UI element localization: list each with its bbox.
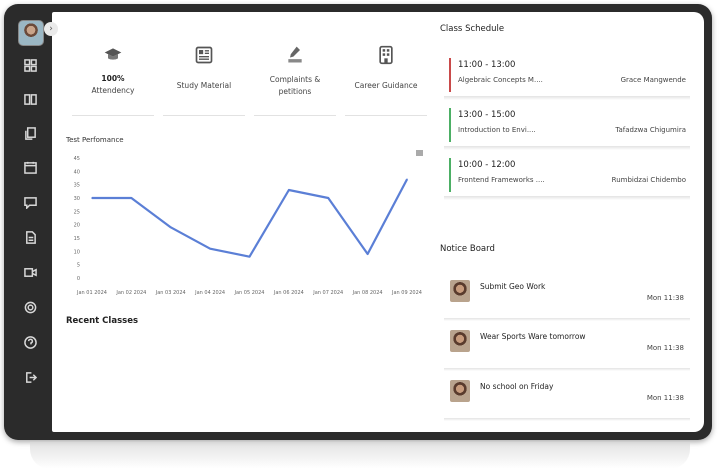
y-tick-label: 10 bbox=[74, 249, 80, 255]
notice-message: Submit Geo Work bbox=[480, 282, 546, 291]
schedule-teacher: Rumbidzai Chidembo bbox=[611, 176, 686, 184]
notice-time: Mon 11:38 bbox=[646, 294, 684, 302]
logout-icon[interactable] bbox=[21, 368, 39, 386]
x-tick-label: Jan 04 2024 bbox=[194, 290, 225, 296]
chat-icon[interactable] bbox=[21, 193, 39, 211]
x-tick-label: Jan 01 2024 bbox=[76, 290, 107, 296]
y-tick-label: 40 bbox=[74, 169, 80, 175]
schedule-color-bar bbox=[449, 158, 451, 192]
data-point[interactable] bbox=[406, 178, 408, 181]
data-point[interactable] bbox=[209, 247, 211, 250]
attendency-value: 100% bbox=[101, 74, 125, 83]
schedule-course: Introduction to Envi.... bbox=[458, 126, 536, 134]
data-point[interactable] bbox=[327, 197, 330, 199]
notice-item[interactable]: No school on Friday Mon 11:38 bbox=[444, 374, 690, 421]
schedule-course: Algebraic Concepts M.... bbox=[458, 76, 543, 84]
video-icon[interactable] bbox=[21, 263, 39, 281]
notice-time: Mon 11:38 bbox=[646, 394, 684, 402]
y-tick-label: 35 bbox=[74, 183, 80, 189]
data-point[interactable] bbox=[91, 197, 93, 199]
help-icon[interactable] bbox=[21, 333, 39, 351]
data-point[interactable] bbox=[288, 189, 290, 191]
y-tick-label: 45 bbox=[74, 156, 80, 162]
test-performance-chart: 0 5 10 15 20 25 30 35 40 45 Jan 01 2024 Jan 02 2024… bbox=[74, 156, 422, 296]
data-point[interactable] bbox=[130, 197, 133, 199]
x-tick-label: Jan 08 2024 bbox=[352, 290, 383, 296]
tile-study-material[interactable]: Study Material bbox=[163, 40, 245, 116]
y-tick-label: 15 bbox=[74, 236, 80, 242]
grid-icon[interactable] bbox=[21, 56, 39, 74]
tile-complaints[interactable]: Complaints & petitions bbox=[254, 40, 336, 116]
x-tick-label: Jan 06 2024 bbox=[273, 290, 304, 296]
y-tick-label: 30 bbox=[74, 196, 80, 202]
x-tick-label: Jan 02 2024 bbox=[115, 290, 146, 296]
building-icon bbox=[345, 40, 427, 70]
schedule-course: Frontend Frameworks .... bbox=[458, 176, 545, 184]
notice-message: No school on Friday bbox=[480, 382, 554, 391]
schedule-teacher: Grace Mangwende bbox=[620, 76, 686, 84]
graduation-cap-icon bbox=[72, 40, 154, 70]
sidebar-toggle-button[interactable]: › bbox=[44, 22, 58, 36]
x-tick-label: Jan 03 2024 bbox=[155, 290, 186, 296]
book-icon[interactable] bbox=[21, 90, 39, 108]
tile-label: Attendency bbox=[91, 86, 135, 95]
series-line bbox=[92, 178, 408, 258]
writing-hand-icon bbox=[254, 40, 336, 70]
data-point[interactable] bbox=[366, 253, 369, 255]
schedule-time: 10:00 - 12:00 bbox=[458, 160, 516, 170]
chart-title: Test Perfomance bbox=[66, 136, 124, 144]
notice-board-title: Notice Board bbox=[440, 244, 495, 254]
notice-item[interactable]: Submit Geo Work Mon 11:38 bbox=[444, 274, 690, 321]
copy-icon[interactable] bbox=[21, 124, 39, 142]
y-tick-label: 5 bbox=[77, 263, 80, 269]
document-icon[interactable] bbox=[21, 228, 39, 246]
schedule-item[interactable]: 13:00 - 15:00 Introduction to Envi.... T… bbox=[444, 106, 690, 150]
notice-message: Wear Sports Ware tomorrow bbox=[480, 332, 586, 341]
notice-avatar bbox=[450, 280, 470, 302]
calendar-icon[interactable] bbox=[21, 158, 39, 176]
schedule-color-bar bbox=[449, 58, 451, 92]
recent-classes-title: Recent Classes bbox=[66, 316, 139, 326]
x-tick-label: Jan 09 2024 bbox=[391, 290, 422, 296]
tile-label: Complaints & petitions bbox=[269, 75, 321, 96]
tile-attendency[interactable]: 100% Attendency bbox=[72, 40, 154, 116]
x-tick-label: Jan 05 2024 bbox=[234, 290, 265, 296]
newspaper-icon bbox=[163, 40, 245, 70]
schedule-time: 13:00 - 15:00 bbox=[458, 110, 516, 120]
y-tick-label: 25 bbox=[74, 209, 80, 215]
schedule-teacher: Tafadzwa Chigumira bbox=[615, 126, 686, 134]
class-schedule-title: Class Schedule bbox=[440, 24, 505, 34]
device-reflection bbox=[30, 443, 690, 469]
schedule-color-bar bbox=[449, 108, 451, 142]
user-avatar[interactable] bbox=[18, 20, 44, 46]
notice-item[interactable]: Wear Sports Ware tomorrow Mon 11:38 bbox=[444, 324, 690, 371]
y-tick-label: 20 bbox=[74, 223, 80, 229]
notice-time: Mon 11:38 bbox=[646, 344, 684, 352]
settings-icon[interactable] bbox=[21, 298, 39, 316]
sidebar bbox=[10, 10, 50, 432]
data-point[interactable] bbox=[248, 255, 251, 258]
schedule-item[interactable]: 11:00 - 13:00 Algebraic Concepts M.... G… bbox=[444, 56, 690, 100]
tile-label: Career Guidance bbox=[354, 81, 418, 90]
data-point[interactable] bbox=[169, 226, 172, 229]
schedule-time: 11:00 - 13:00 bbox=[458, 60, 516, 70]
notice-avatar bbox=[450, 330, 470, 352]
main-content: 100% Attendency Study Material Complaint… bbox=[52, 12, 704, 432]
schedule-item[interactable]: 10:00 - 12:00 Frontend Frameworks .... R… bbox=[444, 156, 690, 200]
y-tick-label: 0 bbox=[77, 276, 80, 282]
tile-career-guidance[interactable]: Career Guidance bbox=[345, 40, 427, 116]
tile-label: Study Material bbox=[176, 81, 232, 90]
notice-avatar bbox=[450, 380, 470, 402]
x-tick-label: Jan 07 2024 bbox=[312, 290, 343, 296]
